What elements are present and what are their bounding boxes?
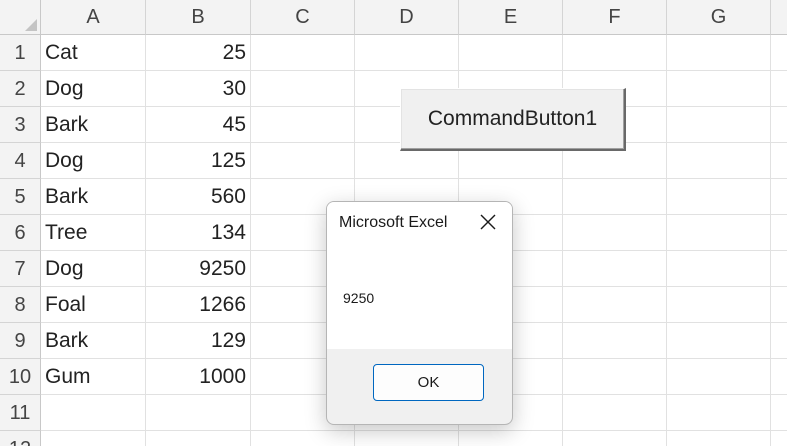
cell-a7[interactable]: Dog [41, 251, 146, 287]
cell-b9[interactable]: 129 [146, 323, 251, 359]
cell-a4[interactable]: Dog [41, 143, 146, 179]
cell-c1[interactable] [251, 35, 355, 71]
column-header-g[interactable]: G [667, 0, 771, 35]
cell-g8[interactable] [667, 287, 771, 323]
cell-f10[interactable] [563, 359, 667, 395]
cell-b12[interactable] [146, 431, 251, 446]
cell-h7[interactable] [771, 251, 787, 287]
cell-h10[interactable] [771, 359, 787, 395]
cell-b11[interactable] [146, 395, 251, 431]
row-header-10[interactable]: 10 [0, 359, 41, 395]
cell-h12[interactable] [771, 431, 787, 446]
cell-g12[interactable] [667, 431, 771, 446]
cell-a2[interactable]: Dog [41, 71, 146, 107]
cell-a6[interactable]: Tree [41, 215, 146, 251]
row-header-6[interactable]: 6 [0, 215, 41, 251]
row-header-2[interactable]: 2 [0, 71, 41, 107]
cell-a9[interactable]: Bark [41, 323, 146, 359]
close-icon-glyph [480, 214, 496, 230]
row-header-3[interactable]: 3 [0, 107, 41, 143]
cell-h3[interactable] [771, 107, 787, 143]
cell-c3[interactable] [251, 107, 355, 143]
column-header-h-partial[interactable] [771, 0, 787, 35]
cell-a1[interactable]: Cat [41, 35, 146, 71]
cell-g9[interactable] [667, 323, 771, 359]
dialog-title: Microsoft Excel [339, 214, 448, 231]
spreadsheet: A B C D E F G 1 2 3 4 5 6 7 8 9 10 11 12… [0, 0, 787, 446]
cell-b7[interactable]: 9250 [146, 251, 251, 287]
cell-b8[interactable]: 1266 [146, 287, 251, 323]
close-icon[interactable] [478, 212, 498, 232]
cell-h11[interactable] [771, 395, 787, 431]
cell-b6[interactable]: 134 [146, 215, 251, 251]
cell-g10[interactable] [667, 359, 771, 395]
row-header-9[interactable]: 9 [0, 323, 41, 359]
cell-c2[interactable] [251, 71, 355, 107]
column-header-b[interactable]: B [146, 0, 251, 35]
cell-g2[interactable] [667, 71, 771, 107]
cell-f5[interactable] [563, 179, 667, 215]
cell-e1[interactable] [459, 35, 563, 71]
cell-f9[interactable] [563, 323, 667, 359]
row-header-1[interactable]: 1 [0, 35, 41, 71]
cell-a8[interactable]: Foal [41, 287, 146, 323]
cell-f12[interactable] [563, 431, 667, 446]
row-header-11[interactable]: 11 [0, 395, 41, 431]
cell-b2[interactable]: 30 [146, 71, 251, 107]
ok-button[interactable]: OK [373, 364, 484, 401]
cell-h8[interactable] [771, 287, 787, 323]
cell-h9[interactable] [771, 323, 787, 359]
row-header-7[interactable]: 7 [0, 251, 41, 287]
cell-d1[interactable] [355, 35, 459, 71]
cell-h1[interactable] [771, 35, 787, 71]
cell-g11[interactable] [667, 395, 771, 431]
cell-c12[interactable] [251, 431, 355, 446]
cell-c4[interactable] [251, 143, 355, 179]
cell-g1[interactable] [667, 35, 771, 71]
dialog-body: 9250 [327, 248, 512, 349]
cell-g7[interactable] [667, 251, 771, 287]
dialog-message: 9250 [343, 290, 375, 306]
select-all-corner[interactable] [0, 0, 41, 35]
cell-a11[interactable] [41, 395, 146, 431]
cell-g6[interactable] [667, 215, 771, 251]
column-header-d[interactable]: D [355, 0, 459, 35]
cell-h4[interactable] [771, 143, 787, 179]
cell-b10[interactable]: 1000 [146, 359, 251, 395]
column-header-a[interactable]: A [41, 0, 146, 35]
cell-b5[interactable]: 560 [146, 179, 251, 215]
cell-g5[interactable] [667, 179, 771, 215]
cell-b1[interactable]: 25 [146, 35, 251, 71]
row-header-5[interactable]: 5 [0, 179, 41, 215]
cell-a12[interactable] [41, 431, 146, 446]
cell-f1[interactable] [563, 35, 667, 71]
cell-f6[interactable] [563, 215, 667, 251]
cell-g4[interactable] [667, 143, 771, 179]
cell-g3[interactable] [667, 107, 771, 143]
cell-f8[interactable] [563, 287, 667, 323]
dialog-titlebar[interactable]: Microsoft Excel [327, 202, 512, 248]
cell-a3[interactable]: Bark [41, 107, 146, 143]
cell-a10[interactable]: Gum [41, 359, 146, 395]
row-header-8[interactable]: 8 [0, 287, 41, 323]
cell-f7[interactable] [563, 251, 667, 287]
cell-b4[interactable]: 125 [146, 143, 251, 179]
cell-h2[interactable] [771, 71, 787, 107]
cell-e12[interactable] [459, 431, 563, 446]
select-all-triangle-icon [25, 19, 37, 31]
column-header-e[interactable]: E [459, 0, 563, 35]
cell-a5[interactable]: Bark [41, 179, 146, 215]
column-header-f[interactable]: F [563, 0, 667, 35]
message-box-dialog: Microsoft Excel 9250 OK [326, 201, 513, 425]
column-header-c[interactable]: C [251, 0, 355, 35]
command-button-1[interactable]: CommandButton1 [400, 88, 626, 151]
row-header-4[interactable]: 4 [0, 143, 41, 179]
cell-b3[interactable]: 45 [146, 107, 251, 143]
cell-h6[interactable] [771, 215, 787, 251]
cell-h5[interactable] [771, 179, 787, 215]
row-header-12[interactable]: 12 [0, 431, 41, 446]
cell-f11[interactable] [563, 395, 667, 431]
cell-d12[interactable] [355, 431, 459, 446]
